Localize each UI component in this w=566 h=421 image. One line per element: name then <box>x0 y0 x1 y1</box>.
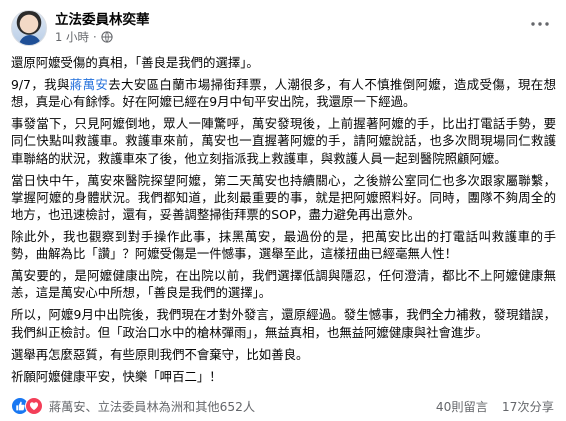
post-meta: 立法委員林奕華 1 小時 · <box>55 11 150 45</box>
avatar[interactable] <box>11 10 47 46</box>
post-body: 還原阿嬤受傷的真相，「善良是我們的選擇」。 9/7，我與蔣萬安去大安區白蘭市場掃… <box>11 54 556 385</box>
mention-link[interactable]: 蔣萬安 <box>70 77 108 92</box>
post-paragraph: 祈願阿嬤健康平安，快樂「呷百二」！ <box>11 368 222 384</box>
love-icon <box>25 397 43 415</box>
post-timestamp[interactable]: 1 小時 <box>55 29 89 45</box>
separator-dot: · <box>92 30 97 44</box>
post-paragraph: 選舉再怎麼惡質，有些原則我們不會棄守，比如善良。 <box>11 346 309 362</box>
paragraph-text: 9/7，我與 <box>11 77 70 92</box>
page-name[interactable]: 立法委員林奕華 <box>55 11 150 29</box>
post-timeline: 1 小時 · <box>55 29 150 45</box>
engagement-counts: 40則留言 17次分享 <box>436 397 554 415</box>
shares-count[interactable]: 17次分享 <box>502 397 554 415</box>
post-paragraph: 所以，阿嬤9月中出院後，我們現在才對外發言，還原經過。發生憾事，我們全力補救，發… <box>11 307 556 340</box>
comments-count[interactable]: 40則留言 <box>436 397 488 415</box>
reaction-icons[interactable] <box>11 397 43 415</box>
post-paragraph: 萬安要的，是阿嬤健康出院，在出院以前，我們選擇低調與隱忍，任何澄清，都比不上阿嬤… <box>11 268 556 301</box>
post-paragraph: 9/7，我與蔣萬安去大安區白蘭市場掃街拜票，人潮很多，有人不慎推倒阿嬤，造成受傷… <box>11 76 556 110</box>
globe-icon <box>101 31 113 43</box>
post-paragraph: 當日快中午，萬安來醫院探望阿嬤，第二天萬安也持續關心，之後辦公室同仁也多次跟家屬… <box>11 172 556 223</box>
post-paragraph: 事發當下，只見阿嬤倒地，眾人一陣驚呼，萬安發現後，上前握著阿嬤的手，比出打電話手… <box>11 116 556 166</box>
post-header: 立法委員林奕華 1 小時 · <box>11 8 556 48</box>
facebook-post: 立法委員林奕華 1 小時 · 還原阿嬤受傷的真相，「善良是我們的選擇」。 9/7… <box>0 0 566 421</box>
post-footer: 蔣萬安、立法委員林為洲和其他652人 40則留言 17次分享 <box>11 395 554 417</box>
post-paragraph: 除此外，我也觀察到對手操作此事，抹黑萬安，最過份的是，把萬安比出的打電話叫救護車… <box>11 229 556 262</box>
post-paragraph: 還原阿嬤受傷的真相，「善良是我們的選擇」。 <box>11 55 259 70</box>
more-options-icon[interactable] <box>528 16 552 32</box>
reaction-summary[interactable]: 蔣萬安、立法委員林為洲和其他652人 <box>49 397 436 415</box>
